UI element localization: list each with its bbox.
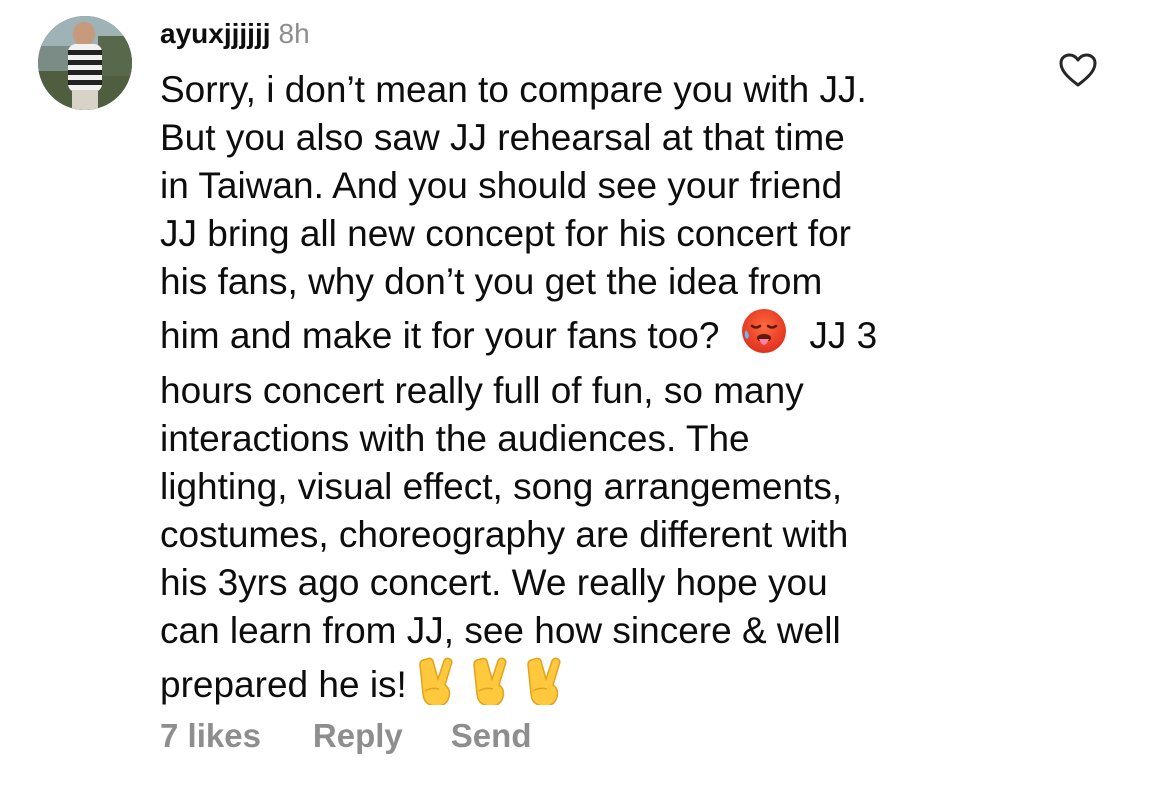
send-button[interactable]: Send [451, 717, 532, 754]
comment-line-part: JJ 3 [809, 314, 878, 356]
comment-line-with-emoji: prepared he is! [160, 655, 1020, 717]
victory-hand-emoji [525, 655, 569, 717]
hot-face-emoji [739, 306, 789, 368]
comment-line: in Taiwan. And you should see your frien… [160, 164, 843, 206]
comment-line: his fans, why don’t you get the idea fro… [160, 260, 823, 302]
comment-line: Sorry, i don’t mean to compare you with … [160, 69, 867, 110]
comment-line: hours concert really full of fun, so man… [160, 370, 804, 412]
reply-button[interactable]: Reply [313, 717, 403, 754]
comment-line-part: him and make it for your fans too? [160, 314, 720, 356]
comment-header: ayuxjjjjjj 8h [160, 14, 310, 54]
victory-hand-emoji [417, 655, 461, 717]
comment-line: costumes, choreography are different wit… [160, 514, 849, 556]
avatar-photo [38, 16, 132, 110]
victory-hand-emoji [471, 655, 515, 717]
comment-time: 8h [278, 18, 310, 49]
comment-actions: 7 likes Reply Send [160, 713, 531, 759]
comment-text: Sorry, i don’t mean to compare you with … [160, 66, 1020, 717]
comment-line: his 3yrs ago concert. We really hope you [160, 562, 828, 604]
comment-line: But you also saw JJ rehearsal at that ti… [160, 116, 845, 158]
comment-line: lighting, visual effect, song arrangemen… [160, 466, 843, 508]
username[interactable]: ayuxjjjjjj [160, 18, 271, 49]
like-heart-icon[interactable] [1058, 52, 1098, 88]
avatar[interactable] [38, 16, 132, 110]
comment-line-with-emoji: him and make it for your fans too? JJ 3 [160, 306, 1020, 368]
likes-count[interactable]: 7 likes [160, 717, 261, 754]
comment-item: ayuxjjjjjj 8h Sorry, i don’t mean to comp… [0, 0, 1170, 805]
comment-line: can learn from JJ, see how sincere & wel… [160, 609, 841, 651]
comment-line-part: prepared he is! [160, 663, 407, 705]
comment-line: interactions with the audiences. The [160, 418, 750, 460]
comment-line: JJ bring all new concept for his concert… [160, 212, 851, 254]
